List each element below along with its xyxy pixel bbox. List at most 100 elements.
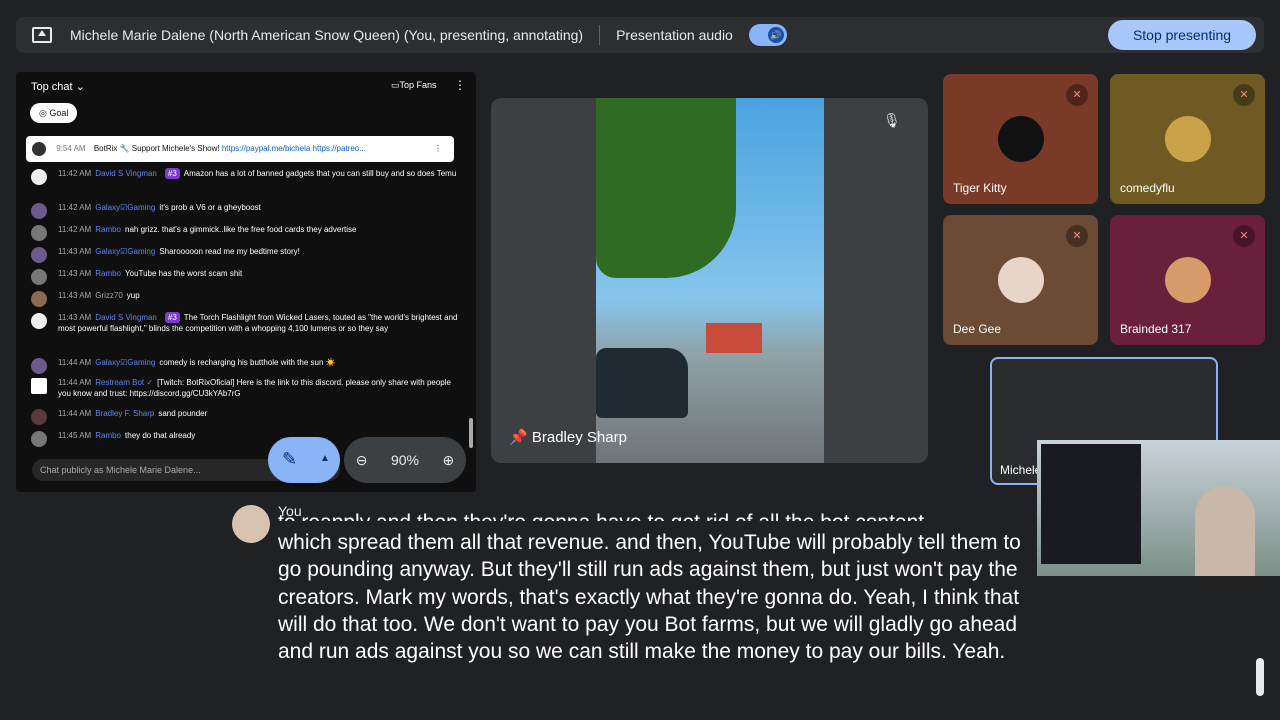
avatar (31, 378, 47, 394)
more-options-icon[interactable]: ⋮ (454, 78, 466, 92)
message-time: 11:43 AM (58, 313, 92, 322)
message-author[interactable]: Bradley F. Sharp (95, 409, 154, 418)
caret-up-icon: ▲ (320, 453, 330, 464)
pen-icon: ✎ (282, 449, 298, 469)
message-time: 11:45 AM (58, 431, 92, 440)
avatar (31, 358, 47, 374)
chat-message: 11:42 AM Rambo nah grizz. that's a gimmick… (26, 224, 466, 246)
rank-badge: #3 (164, 312, 180, 323)
pinned-participant-tile[interactable]: 🎙 📌 Bradley Sharp (491, 98, 928, 463)
webcam-overlay (1037, 440, 1280, 576)
chat-messages-list: 11:42 AM David S Vingman #3 Amazon has a lo… (26, 168, 466, 450)
message-time: 11:42 AM (58, 169, 92, 178)
participant-name: comedyflu (1120, 181, 1175, 195)
participant-tile[interactable]: ✕ comedyflu (1110, 74, 1265, 204)
goal-chip[interactable]: ◎ Goal (30, 103, 78, 123)
message-time: 11:42 AM (58, 203, 92, 212)
mic-off-icon: ✕ (1066, 225, 1088, 247)
avatar (31, 169, 47, 185)
presenting-bar: Michele Marie Dalene (North American Sno… (16, 17, 1264, 53)
chevron-down-icon: ⌄ (75, 81, 85, 93)
avatar (31, 291, 47, 307)
message-author[interactable]: David S Vingman (95, 313, 157, 322)
message-author[interactable]: Grizz70 (95, 291, 123, 300)
participant-video (596, 98, 824, 463)
speaker-icon: 🔊 (767, 27, 784, 43)
participant-name: Brainded 317 (1120, 322, 1192, 336)
participant-tile[interactable]: ✕ Brainded 317 (1110, 215, 1265, 345)
message-author[interactable]: David S Vingman (95, 169, 157, 178)
caption-partial-line: to reapply and then they're gonna have t… (278, 509, 930, 521)
presentation-audio-label: Presentation audio (616, 27, 733, 43)
avatar (998, 257, 1044, 303)
message-time: 11:44 AM (58, 358, 92, 367)
participant-name: Tiger Kitty (953, 181, 1007, 195)
message-author[interactable]: Rambo (95, 431, 121, 440)
message-text: yup (126, 291, 140, 300)
building (706, 323, 762, 353)
present-screen-icon (32, 27, 52, 43)
top-fans-button[interactable]: ▭Top Fans (391, 80, 437, 91)
message-time: 11:43 AM (58, 269, 92, 278)
avatar (31, 409, 47, 425)
top-fans-label: Top Fans (399, 80, 437, 90)
tree (596, 98, 736, 278)
live-chat-panel: Top chat ⌄ ▭Top Fans ⋮ ◎ Goal 9:54 AM Bo… (16, 72, 476, 492)
paypal-link[interactable]: https://paypal.me/bichela (222, 144, 311, 153)
message-author[interactable]: Galaxy☑Gaming (95, 358, 155, 367)
participant-tile[interactable]: ✕ Dee Gee (943, 215, 1098, 345)
chat-message: 11:43 AM David S Vingman #3 The Torch Flash… (26, 312, 466, 357)
message-author[interactable]: Restream Bot ✓ (95, 378, 153, 387)
message-text: YouTube has the worst scam shit (125, 269, 243, 278)
self-name: Michele (1000, 463, 1042, 477)
captions-scrollbar[interactable] (1256, 658, 1264, 696)
message-author[interactable]: Rambo (95, 269, 121, 278)
avatar (31, 269, 47, 285)
zoom-out-icon[interactable]: ⊖ (356, 452, 368, 469)
message-text: they do that already (125, 431, 196, 440)
message-author[interactable]: Galaxy☑Gaming (95, 247, 155, 256)
mic-off-icon: 🎙 (883, 112, 901, 128)
chat-message: 11:43 AM Rambo YouTube has the worst scam … (26, 268, 466, 290)
avatar (31, 225, 47, 241)
message-text: it's prob a V6 or a gheyboost (159, 203, 261, 212)
zoom-in-icon[interactable]: ⊕ (443, 452, 455, 469)
top-chat-dropdown[interactable]: Top chat ⌄ (31, 80, 85, 93)
pinned-message[interactable]: 9:54 AM BotRix 🔧 Support Michele's Show!… (26, 136, 454, 162)
chat-message: 11:44 AM Galaxy☑Gaming comedy is rechargin… (26, 357, 466, 377)
message-text: nah grizz. that's a gimmick..like the fr… (125, 225, 357, 234)
pin-icon: 📌 (509, 429, 528, 446)
zoom-controls: ⊖ 90% ⊕ (344, 437, 466, 483)
chat-message: 11:43 AM Grizz70 yup (26, 290, 466, 312)
stop-presenting-button[interactable]: Stop presenting (1108, 20, 1256, 50)
message-time: 11:44 AM (58, 378, 92, 387)
message-time: 11:44 AM (58, 409, 92, 418)
presentation-audio-toggle[interactable]: 🔊 (748, 24, 787, 46)
participant-tile[interactable]: ✕ Tiger Kitty (943, 74, 1098, 204)
chat-message: 11:42 AM David S Vingman #3 Amazon has a lo… (26, 168, 466, 202)
divider (599, 25, 601, 45)
rank-badge: #3 (164, 168, 180, 179)
message-author: BotRix (93, 144, 118, 153)
message-author[interactable]: Galaxy☑Gaming (95, 203, 155, 212)
patreon-link[interactable]: https://patreo... (313, 144, 366, 153)
avatar (1165, 116, 1211, 162)
message-time: 11:42 AM (58, 225, 92, 234)
annotate-tools-button[interactable]: ✎ ▲ (268, 437, 340, 483)
message-author[interactable]: Rambo (95, 225, 121, 234)
chat-message: 11:42 AM Galaxy☑Gaming it's prob a V6 or a… (26, 202, 466, 224)
stream-overlay-text (1041, 444, 1141, 564)
participant-name-text: Bradley Sharp (531, 429, 627, 446)
more-options-icon[interactable]: ⋮ (434, 136, 442, 162)
avatar (998, 116, 1044, 162)
caption-text: which spread them all that revenue. and … (278, 531, 1021, 664)
goal-label: Goal (49, 108, 69, 118)
avatar (232, 505, 270, 543)
car (596, 348, 688, 418)
participant-name: Dee Gee (953, 322, 1002, 336)
avatar (31, 203, 47, 219)
caption-speaker: You (278, 503, 302, 519)
chat-scrollbar[interactable] (469, 418, 473, 448)
message-text: sand pounder (158, 409, 208, 418)
message-text: Amazon has a lot of banned gadgets that … (183, 169, 457, 178)
